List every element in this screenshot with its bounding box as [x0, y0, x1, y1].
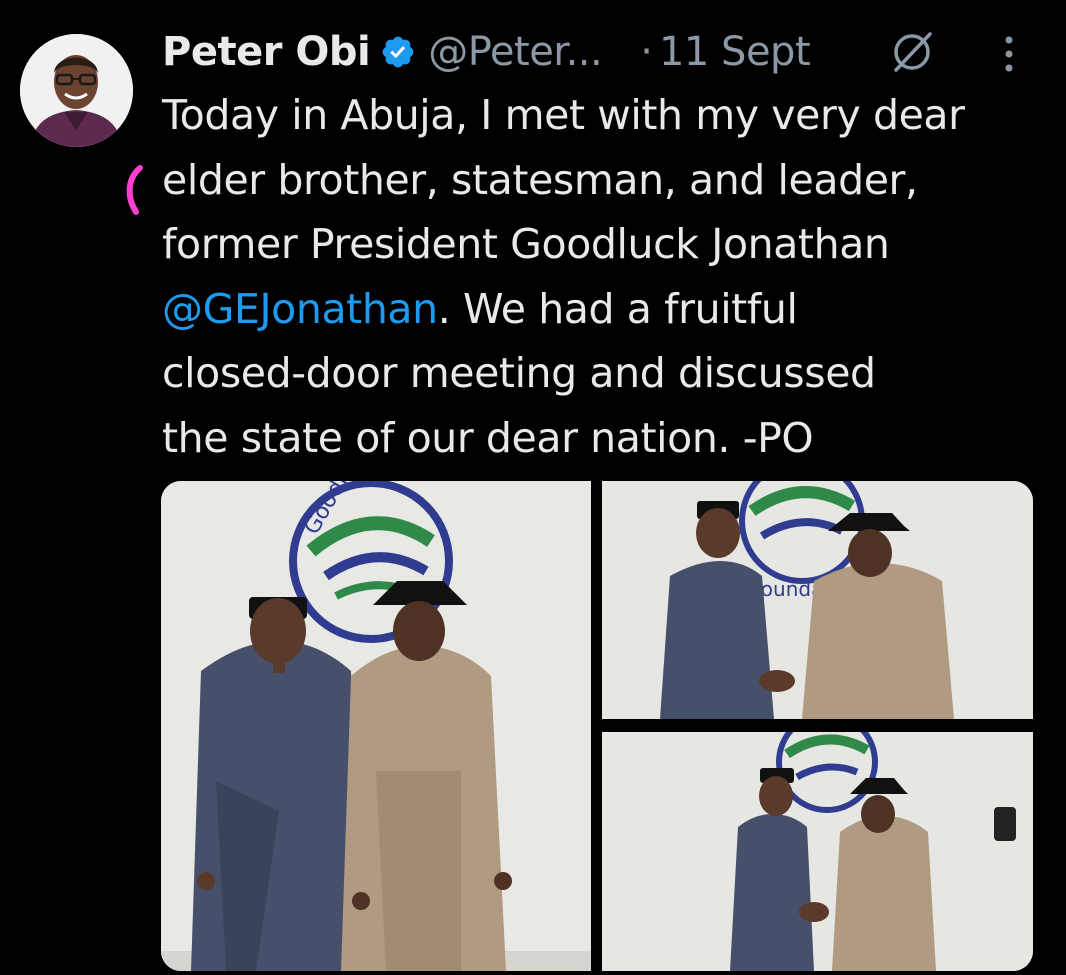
tweet-text-line: closed-door meeting and discussed: [162, 349, 876, 397]
tweet-text: Today in Abuja, I met with my very dear …: [162, 83, 1042, 470]
avatar[interactable]: [20, 34, 133, 147]
photo-3[interactable]: [602, 732, 1033, 971]
media-grid: Goodluck Jonathan Found: [161, 481, 1033, 971]
tweet-text-fragment: . We had a fruitful: [437, 284, 798, 333]
photo-1[interactable]: Goodluck Jonathan: [161, 481, 591, 971]
tweet-text-line: former President Goodluck Jonathan: [162, 220, 890, 268]
display-name[interactable]: Peter Obi: [162, 29, 371, 75]
tweet-date[interactable]: 11 Sept: [659, 29, 811, 75]
tweet-text-line: Today in Abuja, I met with my very dear: [162, 91, 965, 139]
handle[interactable]: @Peter...: [428, 29, 603, 75]
tweet-text-line: @GEJonathan. We had a fruitful: [162, 277, 1042, 342]
more-vertical-icon[interactable]: [996, 34, 1022, 74]
tweet[interactable]: Peter Obi @Peter... · 11 Sept Today in A…: [0, 0, 1066, 975]
verified-badge-icon[interactable]: [380, 34, 416, 70]
tweet-text-line: the state of our dear nation. -PO: [162, 413, 814, 462]
photo-2[interactable]: Foundation: [602, 481, 1033, 719]
tweet-header: Peter Obi @Peter... · 11 Sept: [162, 22, 811, 82]
highlight-mark: [126, 165, 143, 215]
grok-icon[interactable]: [888, 28, 936, 76]
separator-dot: ·: [640, 29, 653, 75]
mention-link[interactable]: @GEJonathan: [162, 285, 438, 333]
tweet-text-line: elder brother, statesman, and leader,: [162, 155, 918, 204]
